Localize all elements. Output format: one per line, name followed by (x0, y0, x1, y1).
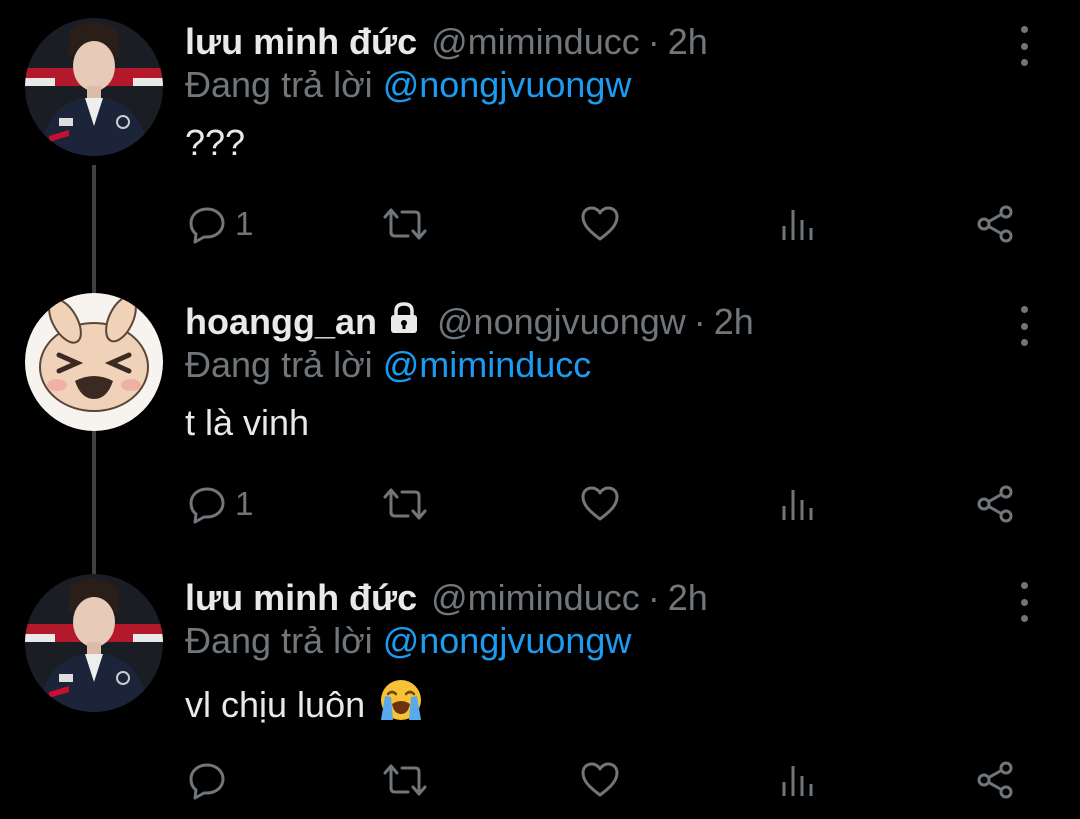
display-name[interactable]: lưu minh đức (185, 21, 417, 63)
heart-icon (581, 206, 619, 241)
retweet-button[interactable] (383, 760, 427, 800)
user-handle[interactable]: @miminducc (431, 577, 640, 619)
tweet-text: t là vinh (185, 402, 309, 444)
replying-to-label: Đang trả lời (185, 344, 373, 385)
reply-mention-link[interactable]: @nongjvuongw (383, 64, 632, 105)
views-button[interactable] (780, 484, 816, 524)
heart-icon (581, 486, 619, 521)
lock-icon (387, 301, 421, 344)
tweet-header: hoangg_an @nongjvuongw · 2h (185, 298, 754, 346)
like-button[interactable] (580, 760, 620, 800)
separator: · (647, 21, 660, 62)
analytics-icon (782, 210, 813, 240)
reply-button[interactable]: 1 (187, 484, 253, 524)
avatar[interactable] (25, 18, 163, 156)
reply-mention-link[interactable]: @nongjvuongw (383, 620, 632, 661)
retweet-icon (383, 764, 427, 796)
more-options-icon[interactable] (1010, 582, 1038, 622)
action-bar (0, 760, 1080, 810)
tweet-header: lưu minh đức @miminducc · 2h (185, 574, 708, 622)
reply-icon (189, 487, 225, 524)
reply-button[interactable] (187, 760, 235, 800)
reply-icon (189, 207, 225, 244)
analytics-icon (782, 490, 813, 520)
like-button[interactable] (580, 484, 620, 524)
replying-to: Đang trả lời @nongjvuongw (185, 64, 631, 106)
timestamp[interactable]: 2h (668, 21, 708, 63)
replying-to: Đang trả lời @miminducc (185, 344, 591, 386)
analytics-icon (782, 766, 813, 796)
share-icon (977, 205, 1013, 243)
retweet-button[interactable] (383, 484, 427, 524)
user-handle[interactable]: @miminducc (431, 21, 640, 63)
reply-mention-link[interactable]: @miminducc (383, 344, 592, 385)
timestamp[interactable]: 2h (668, 577, 708, 619)
retweet-icon (383, 488, 427, 520)
share-button[interactable] (975, 760, 1015, 800)
reply-count: 1 (235, 485, 254, 522)
action-bar: 1 (0, 484, 1080, 534)
share-icon (977, 761, 1013, 799)
like-button[interactable] (580, 204, 620, 244)
retweet-button[interactable] (383, 204, 427, 244)
tweet-text: vl chịu luôn (185, 678, 423, 731)
display-name[interactable]: lưu minh đức (185, 577, 417, 619)
views-button[interactable] (780, 204, 816, 244)
heart-icon (581, 762, 619, 797)
replying-to: Đang trả lời @nongjvuongw (185, 620, 631, 662)
avatar[interactable] (25, 574, 163, 712)
share-button[interactable] (975, 204, 1015, 244)
tweet-header: lưu minh đức @miminducc · 2h (185, 18, 708, 66)
tweet-text-content: vl chịu luôn (185, 683, 366, 725)
share-button[interactable] (975, 484, 1015, 524)
user-handle[interactable]: @nongjvuongw (437, 301, 686, 343)
action-bar: 1 (0, 204, 1080, 254)
share-icon (977, 485, 1013, 523)
reply-button[interactable]: 1 (187, 204, 253, 244)
more-options-icon[interactable] (1010, 26, 1038, 66)
retweet-icon (383, 208, 427, 240)
replying-to-label: Đang trả lời (185, 620, 373, 661)
replying-to-label: Đang trả lời (185, 64, 373, 105)
reply-icon (189, 763, 225, 800)
separator: · (693, 301, 706, 342)
tweet-text: ??? (185, 122, 245, 164)
avatar[interactable] (25, 293, 163, 431)
tweet-text-content: ??? (185, 122, 246, 163)
tweet-text-content: t là vinh (185, 402, 310, 443)
display-name[interactable]: hoangg_an (185, 301, 377, 343)
reply-count: 1 (235, 205, 254, 242)
loudly-crying-face-emoji (379, 678, 423, 731)
separator: · (647, 577, 660, 618)
views-button[interactable] (780, 760, 816, 800)
timestamp[interactable]: 2h (714, 301, 754, 343)
more-options-icon[interactable] (1010, 306, 1038, 346)
